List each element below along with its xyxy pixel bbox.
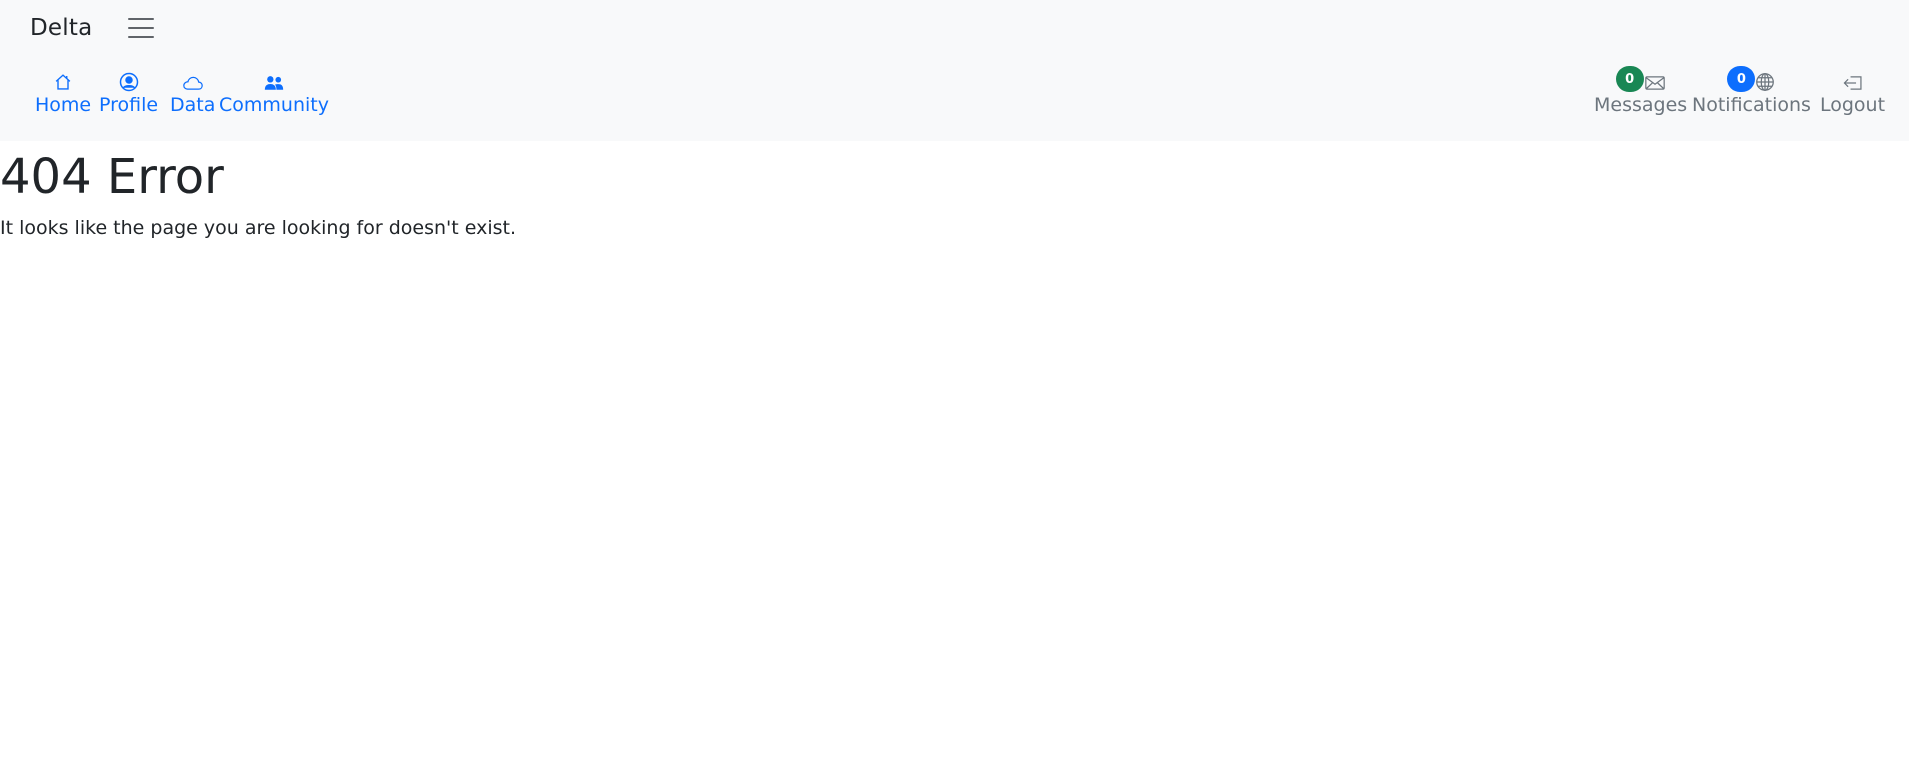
box-arrow-left-icon bbox=[1842, 66, 1864, 92]
messages-count-badge: 0 bbox=[1615, 66, 1644, 92]
notifications-count-badge: 0 bbox=[1727, 66, 1756, 92]
people-icon bbox=[263, 66, 285, 92]
error-message: It looks like the page you are looking f… bbox=[0, 217, 517, 239]
nav-notifications[interactable]: 0 Notifications bbox=[1692, 66, 1811, 118]
nav-logout[interactable]: Logout bbox=[1820, 66, 1885, 118]
hamburger-icon bbox=[128, 18, 154, 20]
nav-home[interactable]: Home bbox=[35, 66, 91, 118]
top-navbar: Delta Home Profile Data Community 0 Mess… bbox=[0, 0, 1909, 141]
page-title: 404 Error bbox=[0, 149, 224, 205]
nav-profile[interactable]: Profile bbox=[99, 66, 158, 118]
cloud-icon bbox=[182, 66, 204, 92]
person-circle-icon bbox=[119, 66, 139, 92]
envelope-icon bbox=[1644, 74, 1666, 92]
nav-community[interactable]: Community bbox=[219, 66, 329, 118]
nav-data[interactable]: Data bbox=[170, 66, 215, 118]
globe-icon bbox=[1755, 72, 1775, 92]
nav-messages[interactable]: 0 Messages bbox=[1594, 66, 1687, 118]
brand-logo[interactable]: Delta bbox=[30, 12, 92, 44]
house-icon bbox=[53, 66, 73, 92]
menu-toggle-button[interactable] bbox=[128, 13, 158, 43]
